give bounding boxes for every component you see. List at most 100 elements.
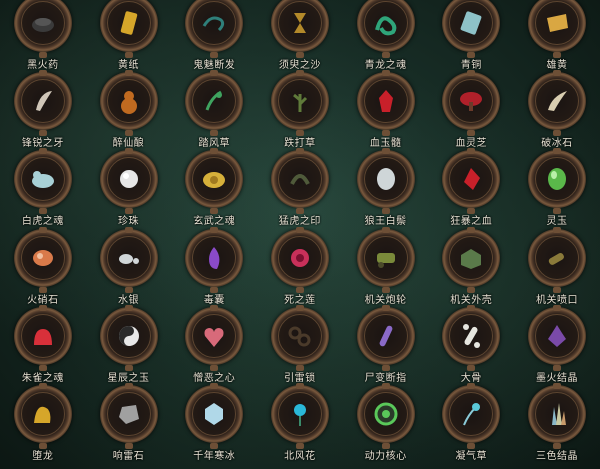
item-label: 机关炮轮: [364, 294, 407, 306]
item-label: 血灵芝: [455, 138, 488, 150]
item-slot-cannon-wheel[interactable]: 机关炮轮: [343, 226, 429, 313]
ice-icon: [199, 399, 229, 429]
item-slot-tiger[interactable]: 白虎之魂: [0, 148, 86, 234]
item-slot-hourglass[interactable]: 须臾之沙: [257, 0, 343, 78]
item-slot-fang[interactable]: 锋锐之牙: [0, 70, 86, 156]
item-slot-dragon[interactable]: 青龙之魂: [343, 0, 429, 78]
power-core-icon: [371, 399, 401, 429]
fallen-dragon-icon: [28, 399, 58, 429]
saltpeter-icon: [28, 243, 58, 273]
item-slot-blood-jade[interactable]: 血玉髓: [343, 70, 429, 156]
item-slot-yellow-paper[interactable]: 黄纸: [86, 0, 172, 78]
slot-frame: [185, 0, 244, 52]
item-slot-yinyang-jade[interactable]: 星辰之玉: [86, 304, 172, 391]
slot-frame: [442, 304, 501, 365]
item-slot-ice[interactable]: 千年寒冰: [171, 382, 257, 469]
item-label: 玄武之魂: [193, 216, 236, 228]
blood-crystal-icon: [456, 164, 486, 194]
item-slot-mercury[interactable]: 水银: [86, 226, 172, 313]
item-slot-fallen-dragon[interactable]: 堕龙: [0, 382, 86, 469]
item-slot-bone[interactable]: 大骨: [428, 304, 514, 391]
item-slot-thunder-stone[interactable]: 响雷石: [86, 382, 172, 469]
item-slot-north-wind-flower[interactable]: 北风花: [257, 382, 343, 469]
item-slot-realgar-scroll[interactable]: 雄黄: [514, 0, 600, 78]
item-slot-black-powder[interactable]: 黑火药: [0, 0, 86, 78]
item-slot-wind-herb[interactable]: 踏风草: [171, 70, 257, 156]
tricolor-crystal-icon: [542, 399, 572, 429]
mercury-icon: [114, 243, 144, 273]
item-slot-pearl[interactable]: 珍珠: [86, 148, 172, 234]
cannon-wheel-icon: [371, 243, 401, 273]
item-label: 鬼魅断发: [193, 60, 236, 71]
finger-icon: [371, 321, 401, 351]
item-label: 凝气草: [455, 450, 488, 462]
slot-frame: [270, 0, 329, 52]
item-slot-blood-crystal[interactable]: 狂暴之血: [428, 148, 514, 234]
item-label: 千年寒冰: [193, 450, 236, 462]
turtle-icon: [199, 164, 229, 194]
slot-frame: [527, 382, 586, 443]
qi-herb-icon: [456, 399, 486, 429]
slot-frame: [356, 70, 415, 131]
item-slot-saltpeter[interactable]: 火硝石: [0, 226, 86, 313]
fang-icon: [28, 86, 58, 116]
slot-frame: [356, 304, 415, 365]
item-slot-tricolor-crystal[interactable]: 三色结晶: [514, 382, 600, 469]
item-grid: 黑火药 黄纸 鬼魅断发 须臾之沙 青龙之魂 青铜 雄黄锋锐之牙 醉仙酿 踏风草 跌打草 血玉髓 血灵芝…: [0, 0, 600, 469]
slot-frame: [442, 0, 501, 52]
item-slot-ink-crystal[interactable]: 墨火结晶: [514, 304, 600, 391]
item-slot-white-mane[interactable]: 狼王白鬃: [343, 148, 429, 234]
jade-icon: [542, 164, 572, 194]
item-slot-jade[interactable]: 灵玉: [514, 148, 600, 234]
item-label: 朱雀之魂: [21, 372, 64, 384]
slot-frame: [270, 226, 329, 287]
item-slot-power-core[interactable]: 动力核心: [343, 382, 429, 469]
slot-frame: [356, 226, 415, 287]
slot-frame: [13, 0, 72, 52]
realgar-scroll-icon: [542, 8, 572, 38]
item-label: 黄纸: [118, 60, 140, 71]
horn-icon: [542, 86, 572, 116]
item-slot-death-lotus[interactable]: 死之莲: [257, 226, 343, 313]
item-label: 跌打草: [284, 138, 316, 150]
item-slot-qi-herb[interactable]: 凝气草: [428, 382, 514, 469]
bone-icon: [456, 321, 486, 351]
item-slot-bronze-plate[interactable]: 青铜: [428, 0, 514, 78]
item-label: 醉仙酿: [112, 138, 145, 150]
item-label: 引雷锁: [284, 372, 316, 384]
item-slot-turtle[interactable]: 玄武之魂: [171, 148, 257, 234]
item-slot-nozzle[interactable]: 机关喷口: [514, 226, 600, 313]
item-label: 机关外壳: [450, 294, 493, 306]
item-slot-lingzhi[interactable]: 血灵芝: [428, 70, 514, 156]
item-slot-finger[interactable]: 尸变断指: [343, 304, 429, 391]
slot-frame: [442, 226, 501, 287]
slot-frame: [442, 148, 501, 209]
slot-frame: [527, 148, 586, 209]
item-slot-herb[interactable]: 跌打草: [257, 70, 343, 156]
ink-crystal-icon: [542, 321, 572, 351]
item-label: 血玉髓: [369, 138, 402, 150]
item-slot-hair[interactable]: 鬼魅断发: [171, 0, 257, 78]
slot-frame: [356, 0, 415, 52]
item-slot-gourd[interactable]: 醉仙酿: [86, 70, 172, 156]
slot-frame: [99, 70, 158, 131]
item-label: 动力核心: [364, 450, 407, 462]
item-label: 尸变断指: [364, 372, 407, 384]
item-slot-mech-shell[interactable]: 机关外壳: [428, 226, 514, 313]
item-label: 堕龙: [32, 450, 54, 462]
north-wind-flower-icon: [285, 399, 315, 429]
item-slot-thunder-chain[interactable]: 引雷锁: [257, 304, 343, 391]
thunder-stone-icon: [114, 399, 144, 429]
item-slot-seal[interactable]: 猛虎之印: [257, 148, 343, 234]
slot-frame: [527, 304, 586, 365]
item-slot-venom-sac[interactable]: 毒囊: [171, 226, 257, 313]
item-slot-phoenix[interactable]: 朱雀之魂: [0, 304, 86, 391]
slot-frame: [270, 304, 329, 365]
item-label: 星辰之玉: [107, 372, 150, 384]
slot-frame: [527, 226, 586, 287]
item-slot-horn[interactable]: 破冰石: [514, 70, 600, 156]
item-slot-heart[interactable]: 憎恶之心: [171, 304, 257, 391]
item-label: 灵玉: [546, 216, 568, 228]
slot-frame: [99, 226, 158, 287]
slot-frame: [185, 148, 244, 209]
